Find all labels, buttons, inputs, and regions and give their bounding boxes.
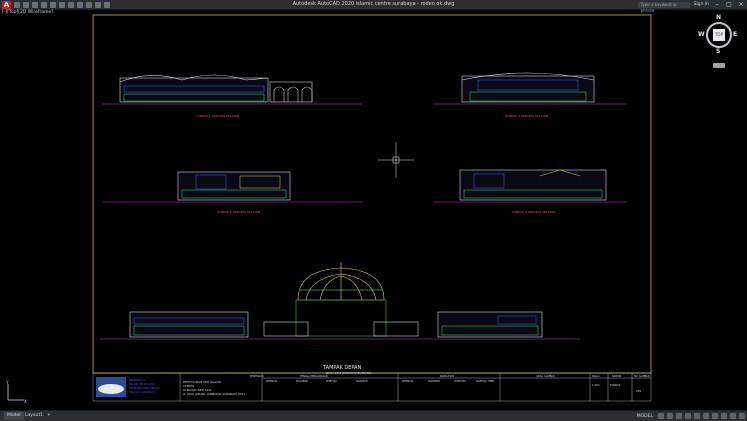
col-digambar-2: DIGAMBAR bbox=[428, 380, 440, 383]
model-space-button[interactable]: MODEL bbox=[637, 414, 653, 419]
client-line-1: PEMERINTAH bbox=[129, 378, 146, 382]
compass-east[interactable]: E bbox=[733, 31, 737, 38]
client-logo-emblem bbox=[98, 384, 124, 394]
header-konsultan: KONSULTAN bbox=[440, 375, 454, 378]
elevation-label-3: TAMPAK 3 GEDUNG SELATAN bbox=[511, 210, 555, 214]
workspace-switch-icon[interactable] bbox=[730, 413, 736, 419]
elevation-1 bbox=[102, 74, 362, 105]
crosshair-cursor bbox=[378, 142, 414, 178]
col-diperiksa-2: DIPERIKSA bbox=[402, 380, 414, 383]
tab-model[interactable]: Model bbox=[4, 412, 24, 420]
svg-text:X: X bbox=[24, 399, 27, 404]
navigation-bar[interactable] bbox=[713, 63, 725, 68]
otrack-icon[interactable] bbox=[703, 413, 709, 419]
header-pengawasan: TENAGA PENGAWASAN bbox=[300, 375, 328, 378]
title-block bbox=[92, 372, 652, 402]
tab-add[interactable]: + bbox=[44, 412, 54, 420]
ucs-icon: Y X bbox=[5, 380, 27, 404]
drawing-title: TAMPAK bbox=[610, 383, 621, 387]
col-digambar-1: DIGAMBAR bbox=[296, 380, 308, 383]
polar-icon[interactable] bbox=[685, 413, 691, 419]
lineweight-icon[interactable] bbox=[712, 413, 718, 419]
compass-north[interactable]: N bbox=[716, 14, 721, 21]
compass-south[interactable]: S bbox=[716, 48, 720, 55]
header-no-gambar: NO. GAMBAR bbox=[634, 375, 650, 378]
svg-text:Y: Y bbox=[5, 380, 9, 385]
status-bar: Model Layout1 + MODEL bbox=[0, 410, 747, 421]
ortho-icon[interactable] bbox=[676, 413, 682, 419]
elevation-2 bbox=[103, 171, 363, 203]
elevation-label-1: TAMPAK 1 GEDUNG SELATAN bbox=[195, 114, 239, 118]
col-disetujui-tobel: DISETUJUI TOBEL bbox=[476, 380, 496, 383]
tab-layout1[interactable]: Layout1 bbox=[22, 412, 46, 420]
col-disetujui: DISETUJUI bbox=[326, 380, 337, 383]
annotation-scale-icon[interactable] bbox=[721, 413, 727, 419]
main-elevation-sublabel: SKALA 1:500 (TAMPAK PLAZA/RUANG) bbox=[326, 372, 371, 375]
grid-icon[interactable] bbox=[658, 413, 664, 419]
drawing-scale: 1:500 bbox=[592, 383, 600, 387]
snap-icon[interactable] bbox=[667, 413, 673, 419]
elevation-label-4: TAMPAK 4 GEDUNG SELATAN bbox=[504, 114, 548, 118]
front-elevation bbox=[100, 262, 580, 340]
header-skala: SKALA bbox=[592, 375, 600, 378]
viewcube-face[interactable]: TOP bbox=[713, 29, 725, 41]
header-nomor: NOMOR bbox=[612, 375, 622, 378]
col-disahkan: DISAHKAN bbox=[356, 380, 368, 383]
elevation-4 bbox=[433, 72, 627, 105]
col-diperiksa-1: DIPERIKSA bbox=[266, 380, 278, 383]
compass-west[interactable]: W bbox=[698, 31, 705, 38]
header-pekerjaan: PEKERJAAN bbox=[250, 375, 264, 378]
main-elevation-label: TAMPAK DEPAN bbox=[322, 365, 362, 371]
header-judul: JUDUL GAMBAR bbox=[535, 375, 555, 378]
status-tools: MODEL bbox=[637, 412, 745, 420]
elevation-label-2: TAMPAK 2 GEDUNG SELATAN bbox=[216, 210, 260, 214]
elevation-3 bbox=[433, 169, 627, 203]
viewcube[interactable]: TOP N S E W bbox=[698, 14, 740, 60]
col-diketahui: DIKETAHUI bbox=[454, 380, 466, 383]
drawing-canvas[interactable]: TAMPAK 1 GEDUNG SELATAN TAMPAK 4 GEDUNG … bbox=[0, 0, 747, 420]
client-line-4: WILAYAH SURABAYA bbox=[129, 390, 155, 394]
drawing-sheet: ARS bbox=[636, 389, 642, 393]
project-line-4: JL. JOKO JUMADI, JOMBATAN SURABAYA 2021 bbox=[182, 392, 245, 396]
client-line-2: BADAN PELAKSANA bbox=[129, 382, 155, 386]
osnap-icon[interactable] bbox=[694, 413, 700, 419]
customize-icon[interactable] bbox=[739, 413, 745, 419]
client-line-3: PEMBANGUNAN MASJID bbox=[129, 386, 160, 390]
